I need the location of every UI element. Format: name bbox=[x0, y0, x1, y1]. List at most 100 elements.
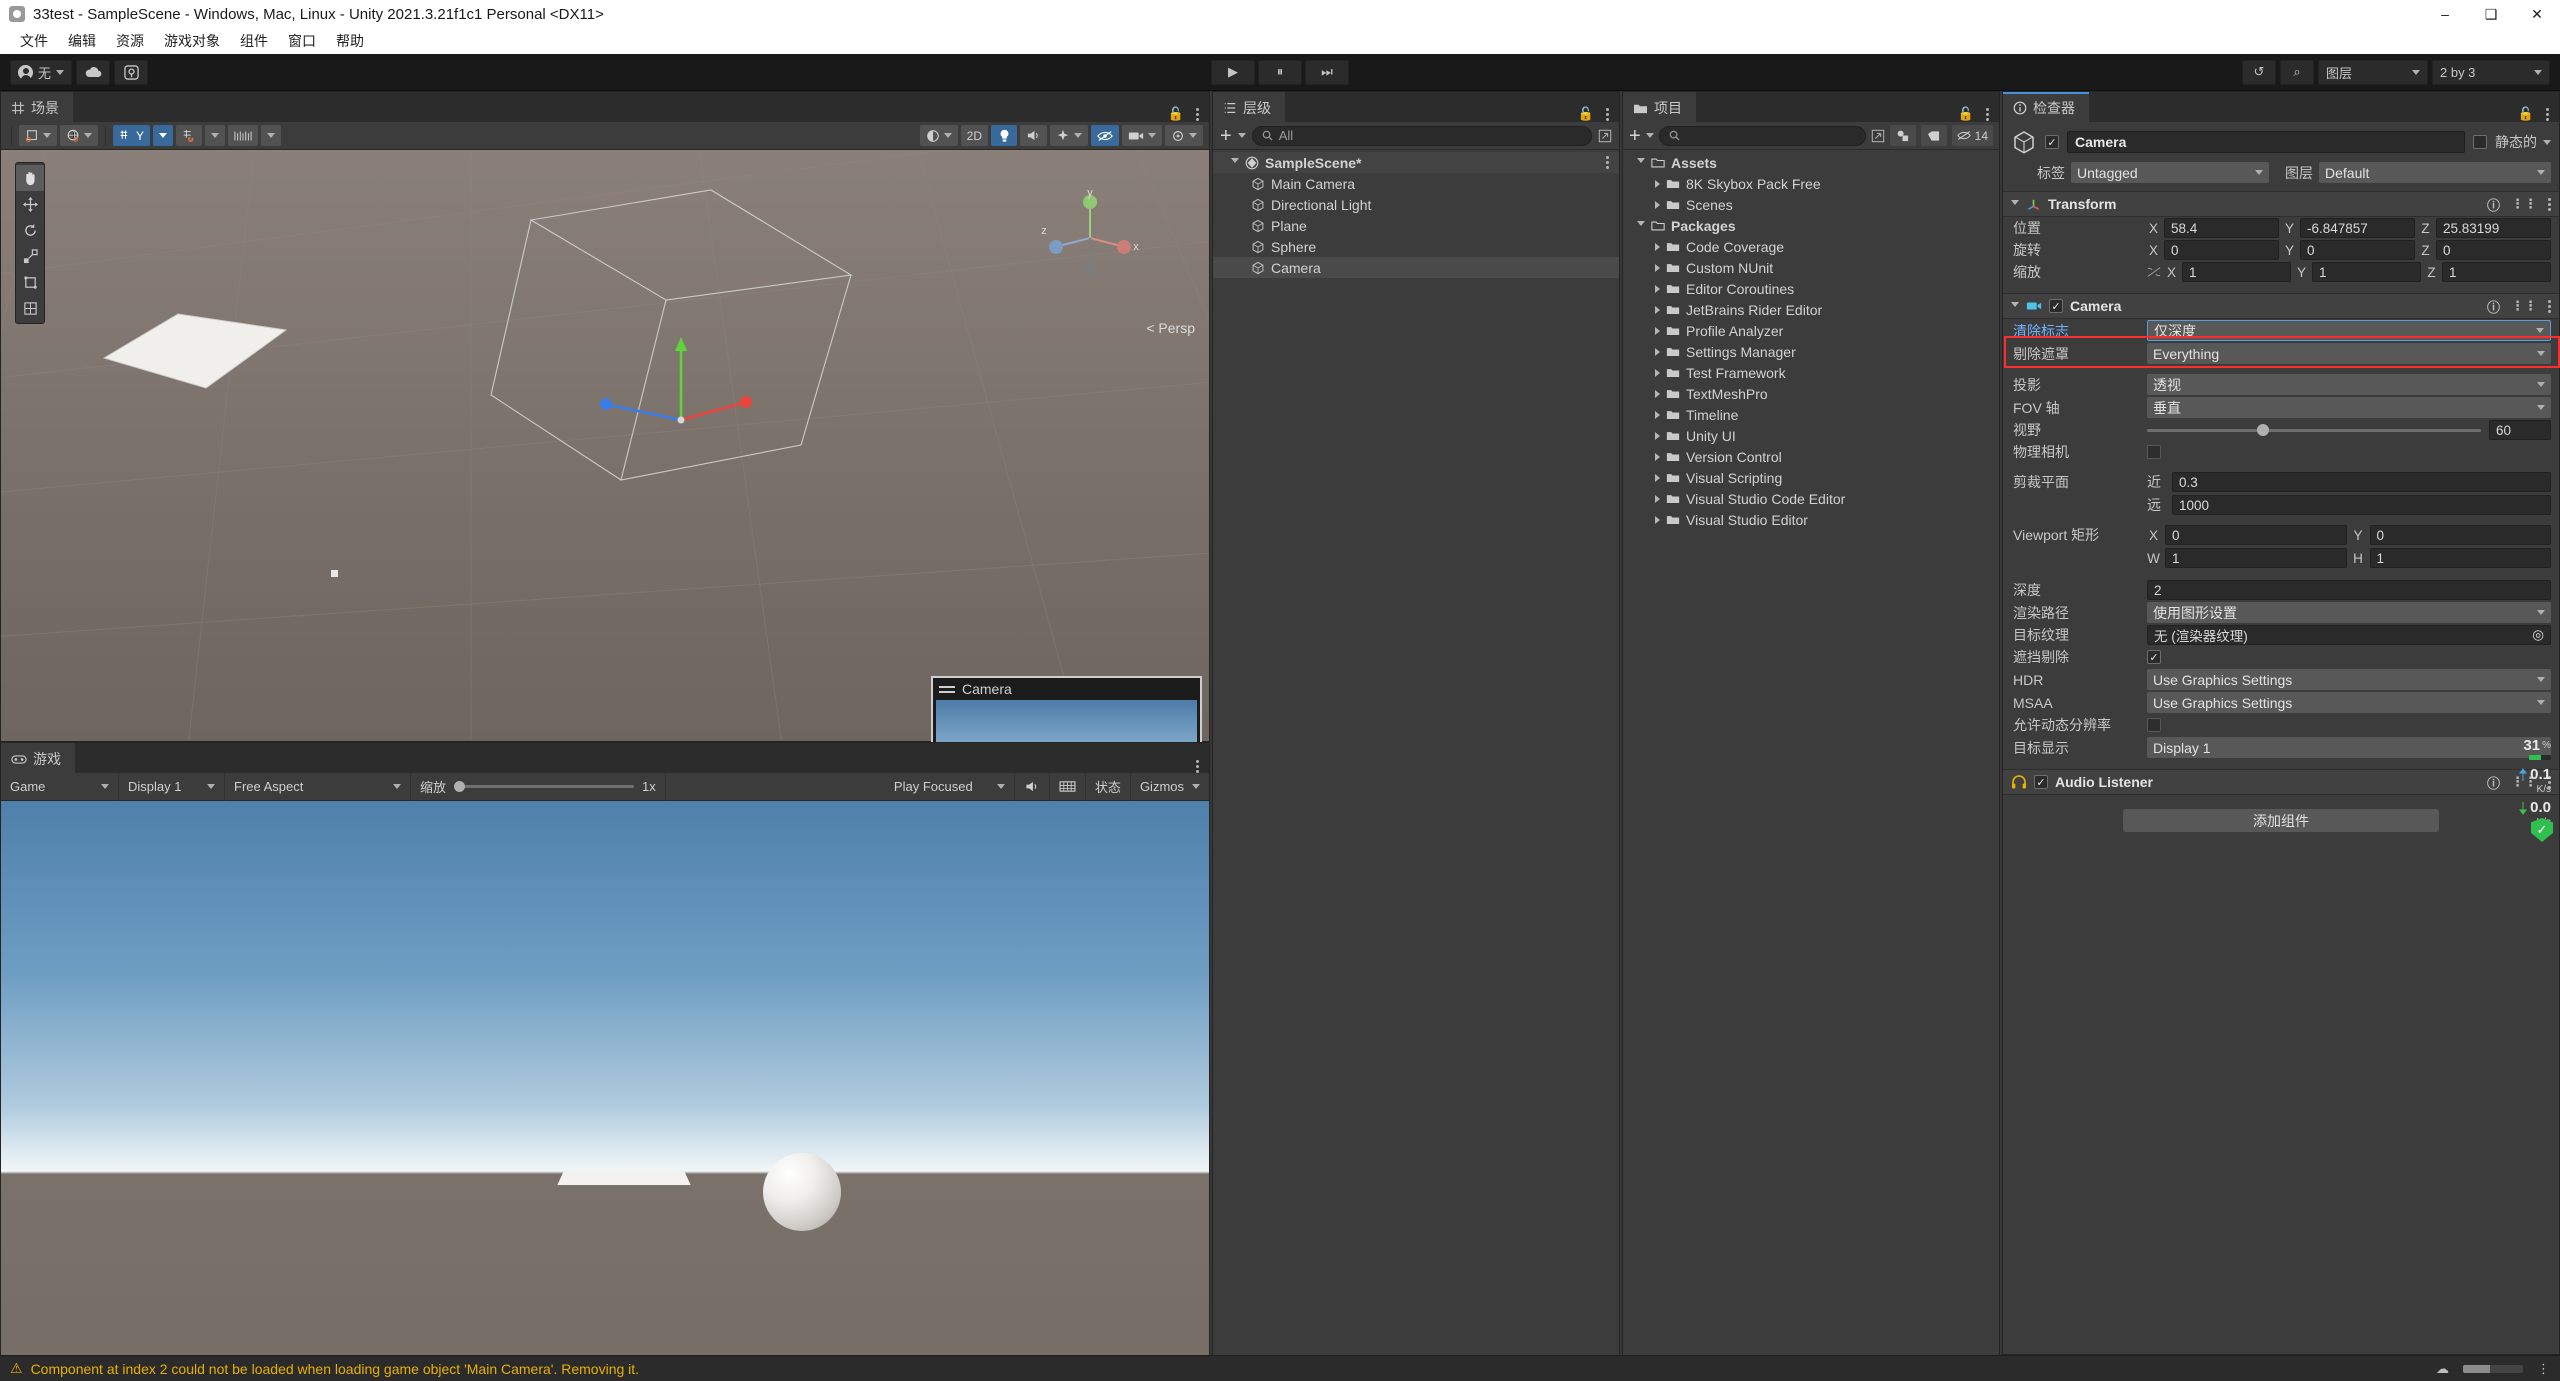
menu-item-assets[interactable]: 资源 bbox=[106, 28, 154, 54]
menu-item-help[interactable]: 帮助 bbox=[326, 28, 374, 54]
collab-icon[interactable]: ☁ bbox=[2436, 1361, 2449, 1377]
chevron-down-icon[interactable] bbox=[1231, 158, 1239, 167]
far-input[interactable]: 1000 bbox=[2172, 495, 2551, 515]
undo-history-button[interactable]: ↺ bbox=[2242, 59, 2276, 85]
hierarchy-menu-kebab-icon[interactable] bbox=[1606, 107, 1609, 121]
2d-toggle-button[interactable]: 2D bbox=[960, 125, 988, 146]
step-button[interactable]: ⏭ bbox=[1305, 59, 1349, 85]
dynamic-resolution-checkbox[interactable] bbox=[2147, 718, 2161, 732]
gizmos-toggle-button[interactable]: Gizmos bbox=[1131, 773, 1209, 801]
zoom-slider-knob[interactable] bbox=[454, 781, 466, 792]
tab-project[interactable]: 项目 bbox=[1623, 92, 1696, 122]
increment-snap-button[interactable] bbox=[228, 125, 259, 146]
filter-by-type-button[interactable] bbox=[1889, 125, 1916, 146]
scene-lighting-button[interactable] bbox=[991, 125, 1017, 146]
component-menu-kebab-icon[interactable] bbox=[2548, 299, 2551, 313]
rendering-path-dropdown[interactable]: 使用图形设置 bbox=[2147, 602, 2551, 623]
zoom-slider-group[interactable]: 缩放 1x bbox=[411, 772, 666, 801]
viewport-w-input[interactable]: 1 bbox=[2165, 548, 2347, 568]
object-name-input[interactable]: Camera bbox=[2067, 131, 2465, 153]
magnet-snap-button[interactable] bbox=[176, 125, 203, 146]
tab-inspector[interactable]: 检查器 bbox=[2003, 92, 2089, 122]
sphere-object-marker[interactable] bbox=[331, 570, 338, 577]
help-icon[interactable]: ⓘ bbox=[2487, 773, 2500, 792]
project-item-visual-scripting[interactable]: Visual Scripting bbox=[1623, 467, 1999, 488]
hdr-dropdown[interactable]: Use Graphics Settings bbox=[2147, 669, 2551, 690]
scene-gizmos-button[interactable] bbox=[1165, 125, 1203, 146]
help-icon[interactable]: ⓘ bbox=[2487, 297, 2500, 316]
chevron-right-icon[interactable] bbox=[1655, 284, 1660, 293]
tab-scene[interactable]: 场景 bbox=[1, 92, 73, 122]
cloud-button[interactable] bbox=[76, 59, 111, 85]
occlusion-culling-checkbox[interactable]: ✓ bbox=[2147, 650, 2161, 664]
move-tool-button[interactable] bbox=[16, 191, 44, 217]
stats-graph-button[interactable] bbox=[1050, 772, 1086, 801]
scale-x-input[interactable]: 1 bbox=[2182, 262, 2291, 282]
project-item-unity-ui[interactable]: Unity UI bbox=[1623, 425, 1999, 446]
rotation-x-input[interactable]: 0 bbox=[2164, 240, 2279, 260]
chevron-right-icon[interactable] bbox=[1655, 305, 1660, 314]
rotate-tool-button[interactable] bbox=[16, 217, 44, 243]
increment-snap-dropdown[interactable] bbox=[261, 125, 282, 146]
chevron-right-icon[interactable] bbox=[1655, 200, 1660, 209]
pivot-toggle-button[interactable] bbox=[19, 125, 57, 146]
chevron-down-icon[interactable] bbox=[2011, 301, 2019, 311]
project-search-input[interactable] bbox=[1658, 125, 1866, 146]
transform-component-header[interactable]: Transform ⓘ ⋮⋮ bbox=[2003, 191, 2559, 217]
chevron-down-icon[interactable] bbox=[2543, 139, 2551, 145]
drag-handle-icon[interactable] bbox=[939, 685, 955, 693]
tab-game[interactable]: 游戏 bbox=[1, 743, 75, 773]
link-off-icon[interactable] bbox=[2147, 266, 2161, 278]
scene-context-kebab-icon[interactable] bbox=[1606, 156, 1609, 169]
layer-dropdown[interactable]: Default bbox=[2319, 162, 2551, 183]
maximize-button[interactable]: ❑ bbox=[2468, 0, 2514, 28]
play-button[interactable]: ▶ bbox=[1211, 59, 1255, 85]
chevron-right-icon[interactable] bbox=[1655, 368, 1660, 377]
target-display-dropdown[interactable]: Display 1 bbox=[2147, 737, 2551, 758]
chevron-right-icon[interactable] bbox=[1655, 515, 1660, 524]
preset-icon[interactable]: ⋮⋮ bbox=[2511, 196, 2537, 212]
clear-flags-dropdown[interactable]: 仅深度 bbox=[2147, 320, 2551, 341]
layers-dropdown[interactable]: 图层 bbox=[2318, 59, 2428, 85]
static-checkbox[interactable] bbox=[2473, 135, 2487, 149]
hierarchy-item-main-camera[interactable]: Main Camera bbox=[1213, 173, 1619, 194]
chevron-right-icon[interactable] bbox=[1655, 242, 1660, 251]
play-mode-dropdown[interactable]: Play Focused bbox=[885, 772, 1015, 801]
search-expand-icon[interactable] bbox=[1598, 129, 1612, 143]
game-mode-dropdown[interactable]: Game bbox=[1, 772, 119, 801]
create-object-button[interactable]: + bbox=[1220, 126, 1232, 146]
scene-camera-settings-button[interactable] bbox=[1122, 125, 1162, 146]
hierarchy-item-samplescene[interactable]: SampleScene* bbox=[1213, 152, 1619, 173]
scene-fx-button[interactable] bbox=[1050, 125, 1088, 146]
lock-icon[interactable]: 🔓 bbox=[1578, 106, 1594, 122]
hierarchy-tree[interactable]: SampleScene* Main Camera Directional Lig… bbox=[1213, 150, 1619, 1381]
inspector-menu-kebab-icon[interactable] bbox=[2546, 107, 2549, 121]
filter-by-label-button[interactable] bbox=[1920, 125, 1947, 146]
projection-dropdown[interactable]: 透视 bbox=[2147, 374, 2551, 395]
audio-listener-component-header[interactable]: ✓ Audio Listener ⓘ ⋮⋮ bbox=[2003, 769, 2559, 795]
project-tree[interactable]: Assets 8K Skybox Pack Free Scenes Packag… bbox=[1623, 150, 1999, 1381]
rotation-z-input[interactable]: 0 bbox=[2436, 240, 2551, 260]
rotation-y-input[interactable]: 0 bbox=[2300, 240, 2415, 260]
chevron-right-icon[interactable] bbox=[1655, 452, 1660, 461]
viewport-x-input[interactable]: 0 bbox=[2165, 525, 2347, 545]
help-icon[interactable]: ⓘ bbox=[2487, 195, 2500, 214]
lock-icon[interactable]: 🔓 bbox=[1958, 106, 1974, 122]
project-item-profile-analyzer[interactable]: Profile Analyzer bbox=[1623, 320, 1999, 341]
layout-dropdown[interactable]: 2 by 3 bbox=[2432, 59, 2550, 85]
hierarchy-item-sphere[interactable]: Sphere bbox=[1213, 236, 1619, 257]
move-gizmo[interactable] bbox=[591, 325, 761, 455]
scale-z-input[interactable]: 1 bbox=[2442, 262, 2551, 282]
status-message[interactable]: Component at index 2 could not be loaded… bbox=[31, 1361, 640, 1377]
menu-item-edit[interactable]: 编辑 bbox=[58, 28, 106, 54]
account-dropdown[interactable]: 无 bbox=[10, 59, 73, 85]
scale-y-input[interactable]: 1 bbox=[2312, 262, 2421, 282]
camera-component-header[interactable]: ✓ Camera ⓘ ⋮⋮ bbox=[2003, 293, 2559, 319]
display-dropdown[interactable]: Display 1 bbox=[119, 772, 225, 801]
chevron-down-icon[interactable] bbox=[1645, 133, 1654, 138]
menu-item-gameobject[interactable]: 游戏对象 bbox=[154, 28, 230, 54]
lock-icon[interactable]: 🔓 bbox=[1168, 106, 1184, 122]
magnet-snap-dropdown[interactable] bbox=[205, 125, 226, 146]
game-menu-kebab-icon[interactable] bbox=[1196, 760, 1199, 773]
gameobject-enabled-checkbox[interactable]: ✓ bbox=[2045, 135, 2059, 149]
